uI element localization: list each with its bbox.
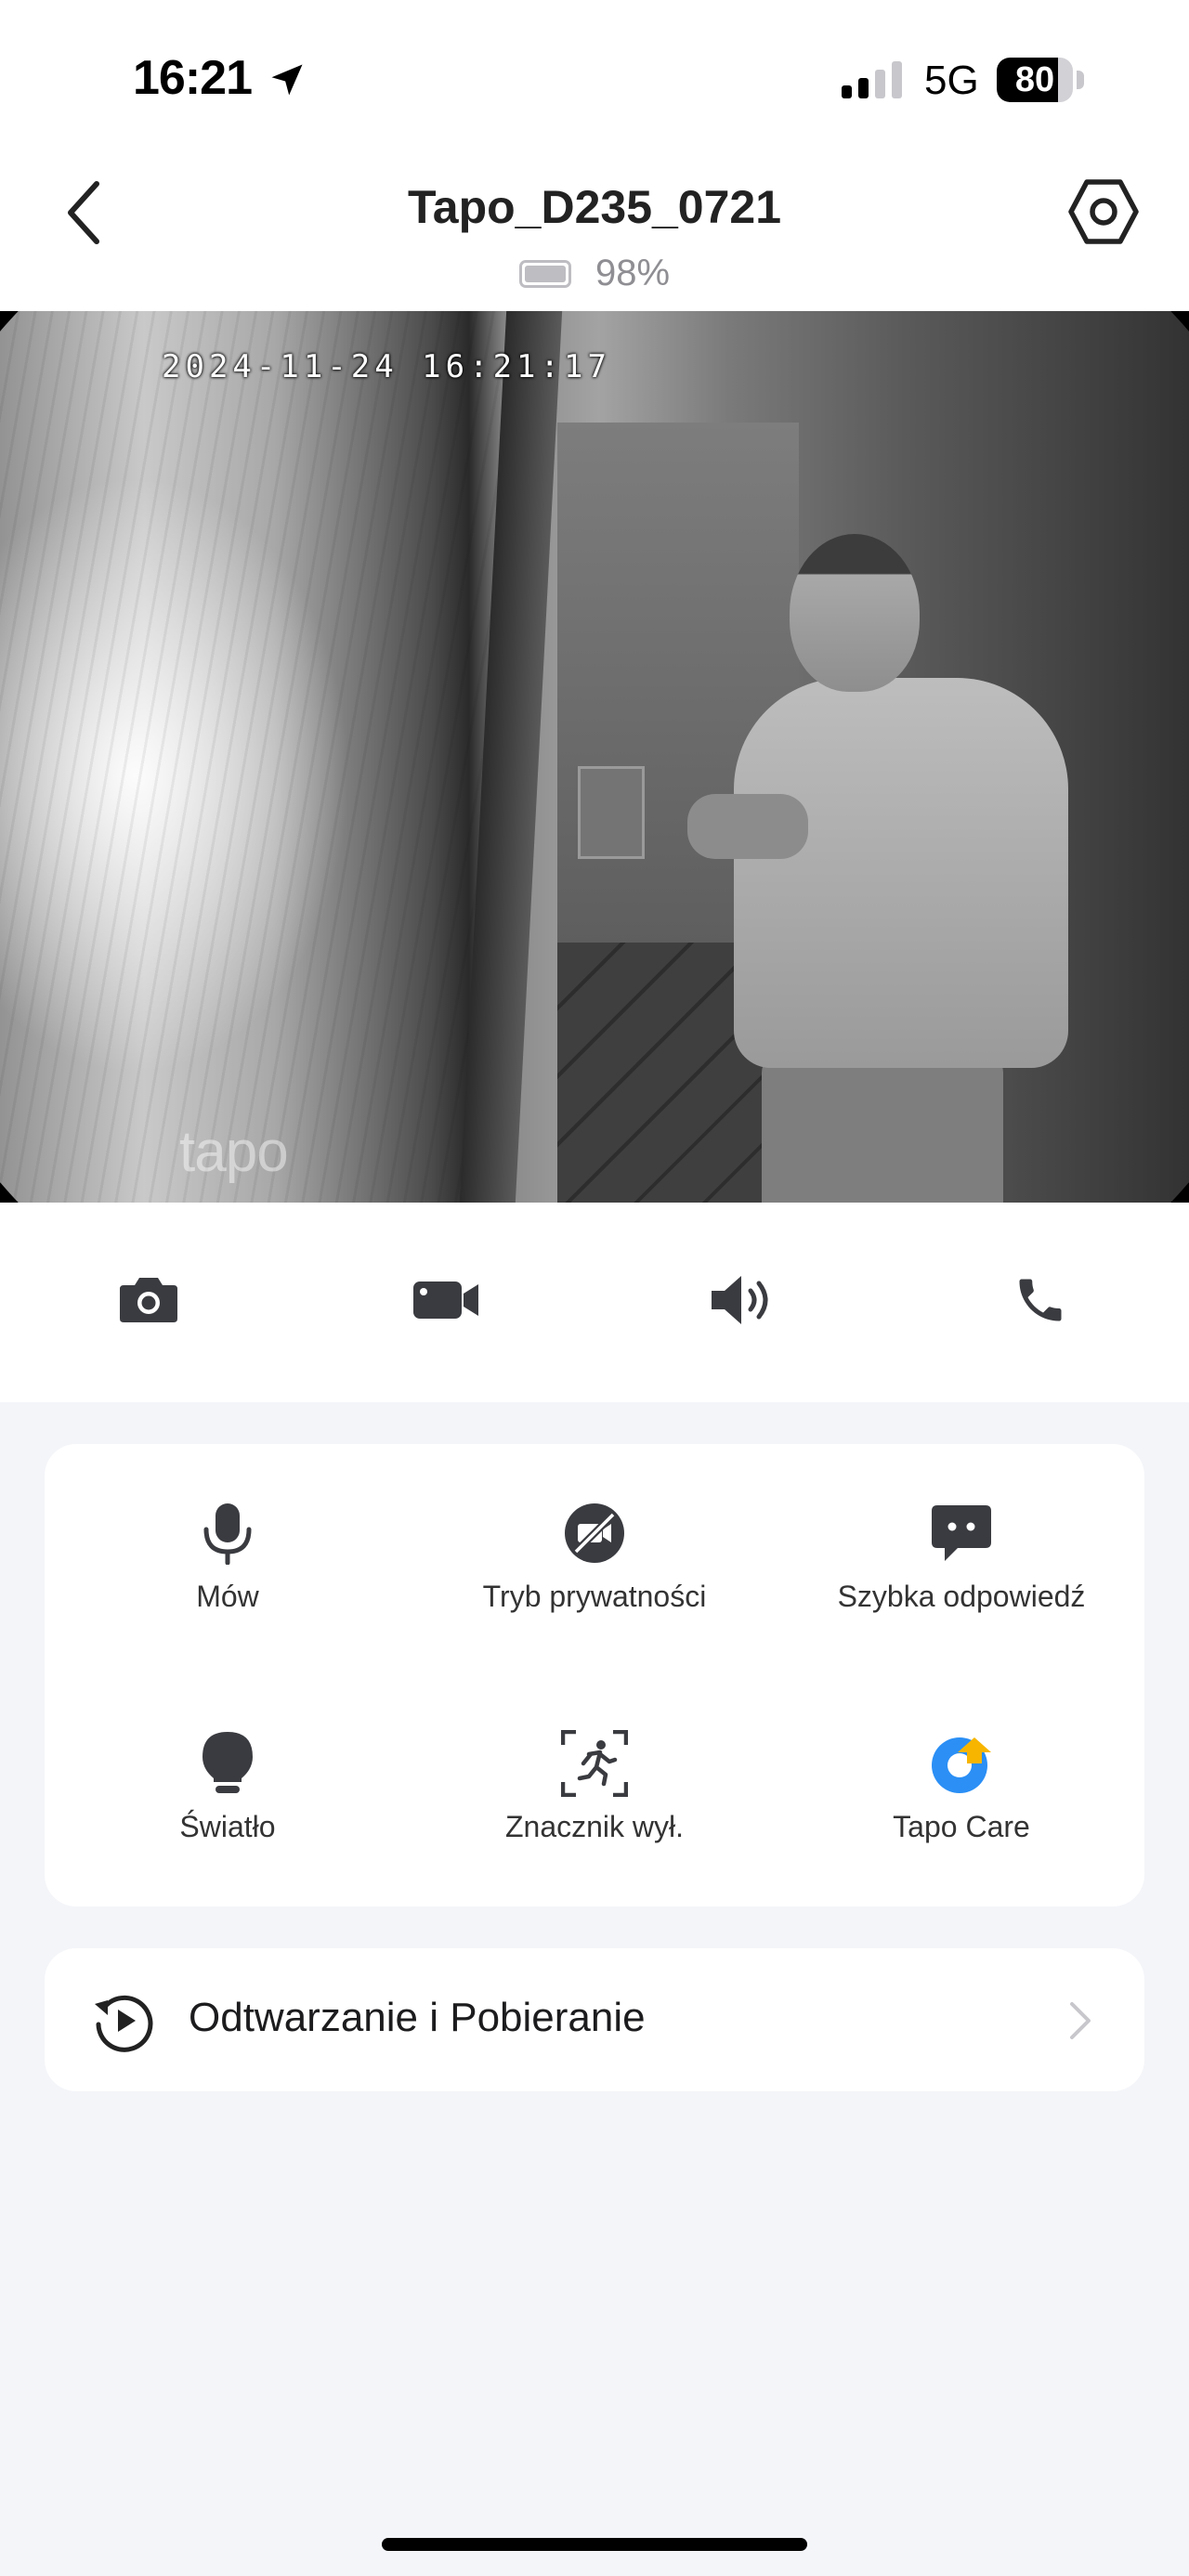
network-type: 5G bbox=[924, 58, 979, 103]
location-arrow-icon bbox=[271, 64, 303, 96]
device-battery-status: 98% bbox=[0, 253, 1189, 294]
playback-download-row[interactable]: Odtwarzanie i Pobieranie bbox=[45, 1948, 1144, 2091]
status-time: 16:21 bbox=[133, 51, 253, 105]
door-surface bbox=[0, 311, 502, 1203]
feature-label: Znacznik wył. bbox=[504, 1810, 685, 1843]
feature-label: Tryb prywatności bbox=[482, 1580, 707, 1613]
playback-label: Odtwarzanie i Pobieranie bbox=[189, 1995, 646, 2040]
cellular-signal-icon bbox=[842, 61, 902, 98]
live-camera-feed[interactable]: 2024-11-24 16:21:17 tapo bbox=[0, 311, 1189, 1203]
microphone-icon bbox=[194, 1500, 261, 1567]
record-button[interactable] bbox=[409, 1268, 483, 1333]
video-camera-icon bbox=[413, 1281, 478, 1319]
device-battery-percent: 98% bbox=[594, 253, 671, 293]
person-body bbox=[734, 678, 1068, 1068]
device-battery-icon bbox=[518, 259, 571, 288]
sound-button[interactable] bbox=[706, 1268, 780, 1333]
person-legs bbox=[762, 1054, 1003, 1203]
feature-label: Tapo Care bbox=[893, 1810, 1030, 1843]
device-header: Tapo_D235_0721 98% bbox=[0, 149, 1189, 311]
lightbulb-icon bbox=[194, 1730, 261, 1797]
battery-percent: 80 bbox=[1014, 60, 1055, 99]
device-battery-fill bbox=[524, 265, 566, 282]
speaker-icon bbox=[712, 1276, 768, 1324]
call-button[interactable] bbox=[1003, 1268, 1078, 1333]
light-button[interactable]: Światło bbox=[45, 1674, 411, 1860]
phone-icon bbox=[1019, 1279, 1062, 1321]
settings-button[interactable] bbox=[1068, 176, 1139, 247]
person-head bbox=[790, 534, 920, 692]
battery-nub bbox=[1077, 71, 1084, 89]
status-bar: 16:21 5G 80 bbox=[0, 0, 1189, 149]
tapo-care-button[interactable]: Tapo Care bbox=[778, 1674, 1144, 1860]
tapo-watermark: tapo bbox=[179, 1120, 289, 1184]
privacy-mode-button[interactable]: Tryb prywatności bbox=[412, 1444, 777, 1630]
detection-marker-button[interactable]: Znacznik wył. bbox=[412, 1674, 777, 1860]
talk-button[interactable]: Mów bbox=[45, 1444, 411, 1630]
feature-grid: Mów Tryb prywatności Szybka odpowiedź Św… bbox=[45, 1444, 1144, 1906]
page-title: Tapo_D235_0721 bbox=[407, 181, 782, 233]
battery-indicator: 80 bbox=[997, 58, 1073, 102]
feed-timestamp: 2024-11-24 16:21:17 bbox=[162, 348, 611, 385]
chevron-right-icon bbox=[1070, 2002, 1091, 2039]
feed-toolbar bbox=[0, 1203, 1189, 1402]
quick-reply-icon bbox=[928, 1500, 995, 1567]
tapo-care-icon bbox=[928, 1730, 995, 1797]
feature-label: Światło bbox=[179, 1810, 276, 1843]
privacy-mode-icon bbox=[561, 1500, 628, 1567]
playback-history-icon bbox=[95, 1995, 153, 2052]
quick-reply-button[interactable]: Szybka odpowiedź bbox=[778, 1444, 1144, 1630]
person-hands-phone bbox=[687, 794, 808, 859]
feature-label: Szybka odpowiedź bbox=[837, 1580, 1086, 1613]
camera-icon bbox=[120, 1278, 177, 1322]
wall-panel bbox=[578, 766, 645, 859]
motion-detection-icon bbox=[561, 1730, 628, 1797]
snapshot-button[interactable] bbox=[111, 1268, 186, 1333]
feature-label: Mów bbox=[196, 1580, 259, 1613]
home-indicator[interactable] bbox=[382, 2538, 807, 2551]
